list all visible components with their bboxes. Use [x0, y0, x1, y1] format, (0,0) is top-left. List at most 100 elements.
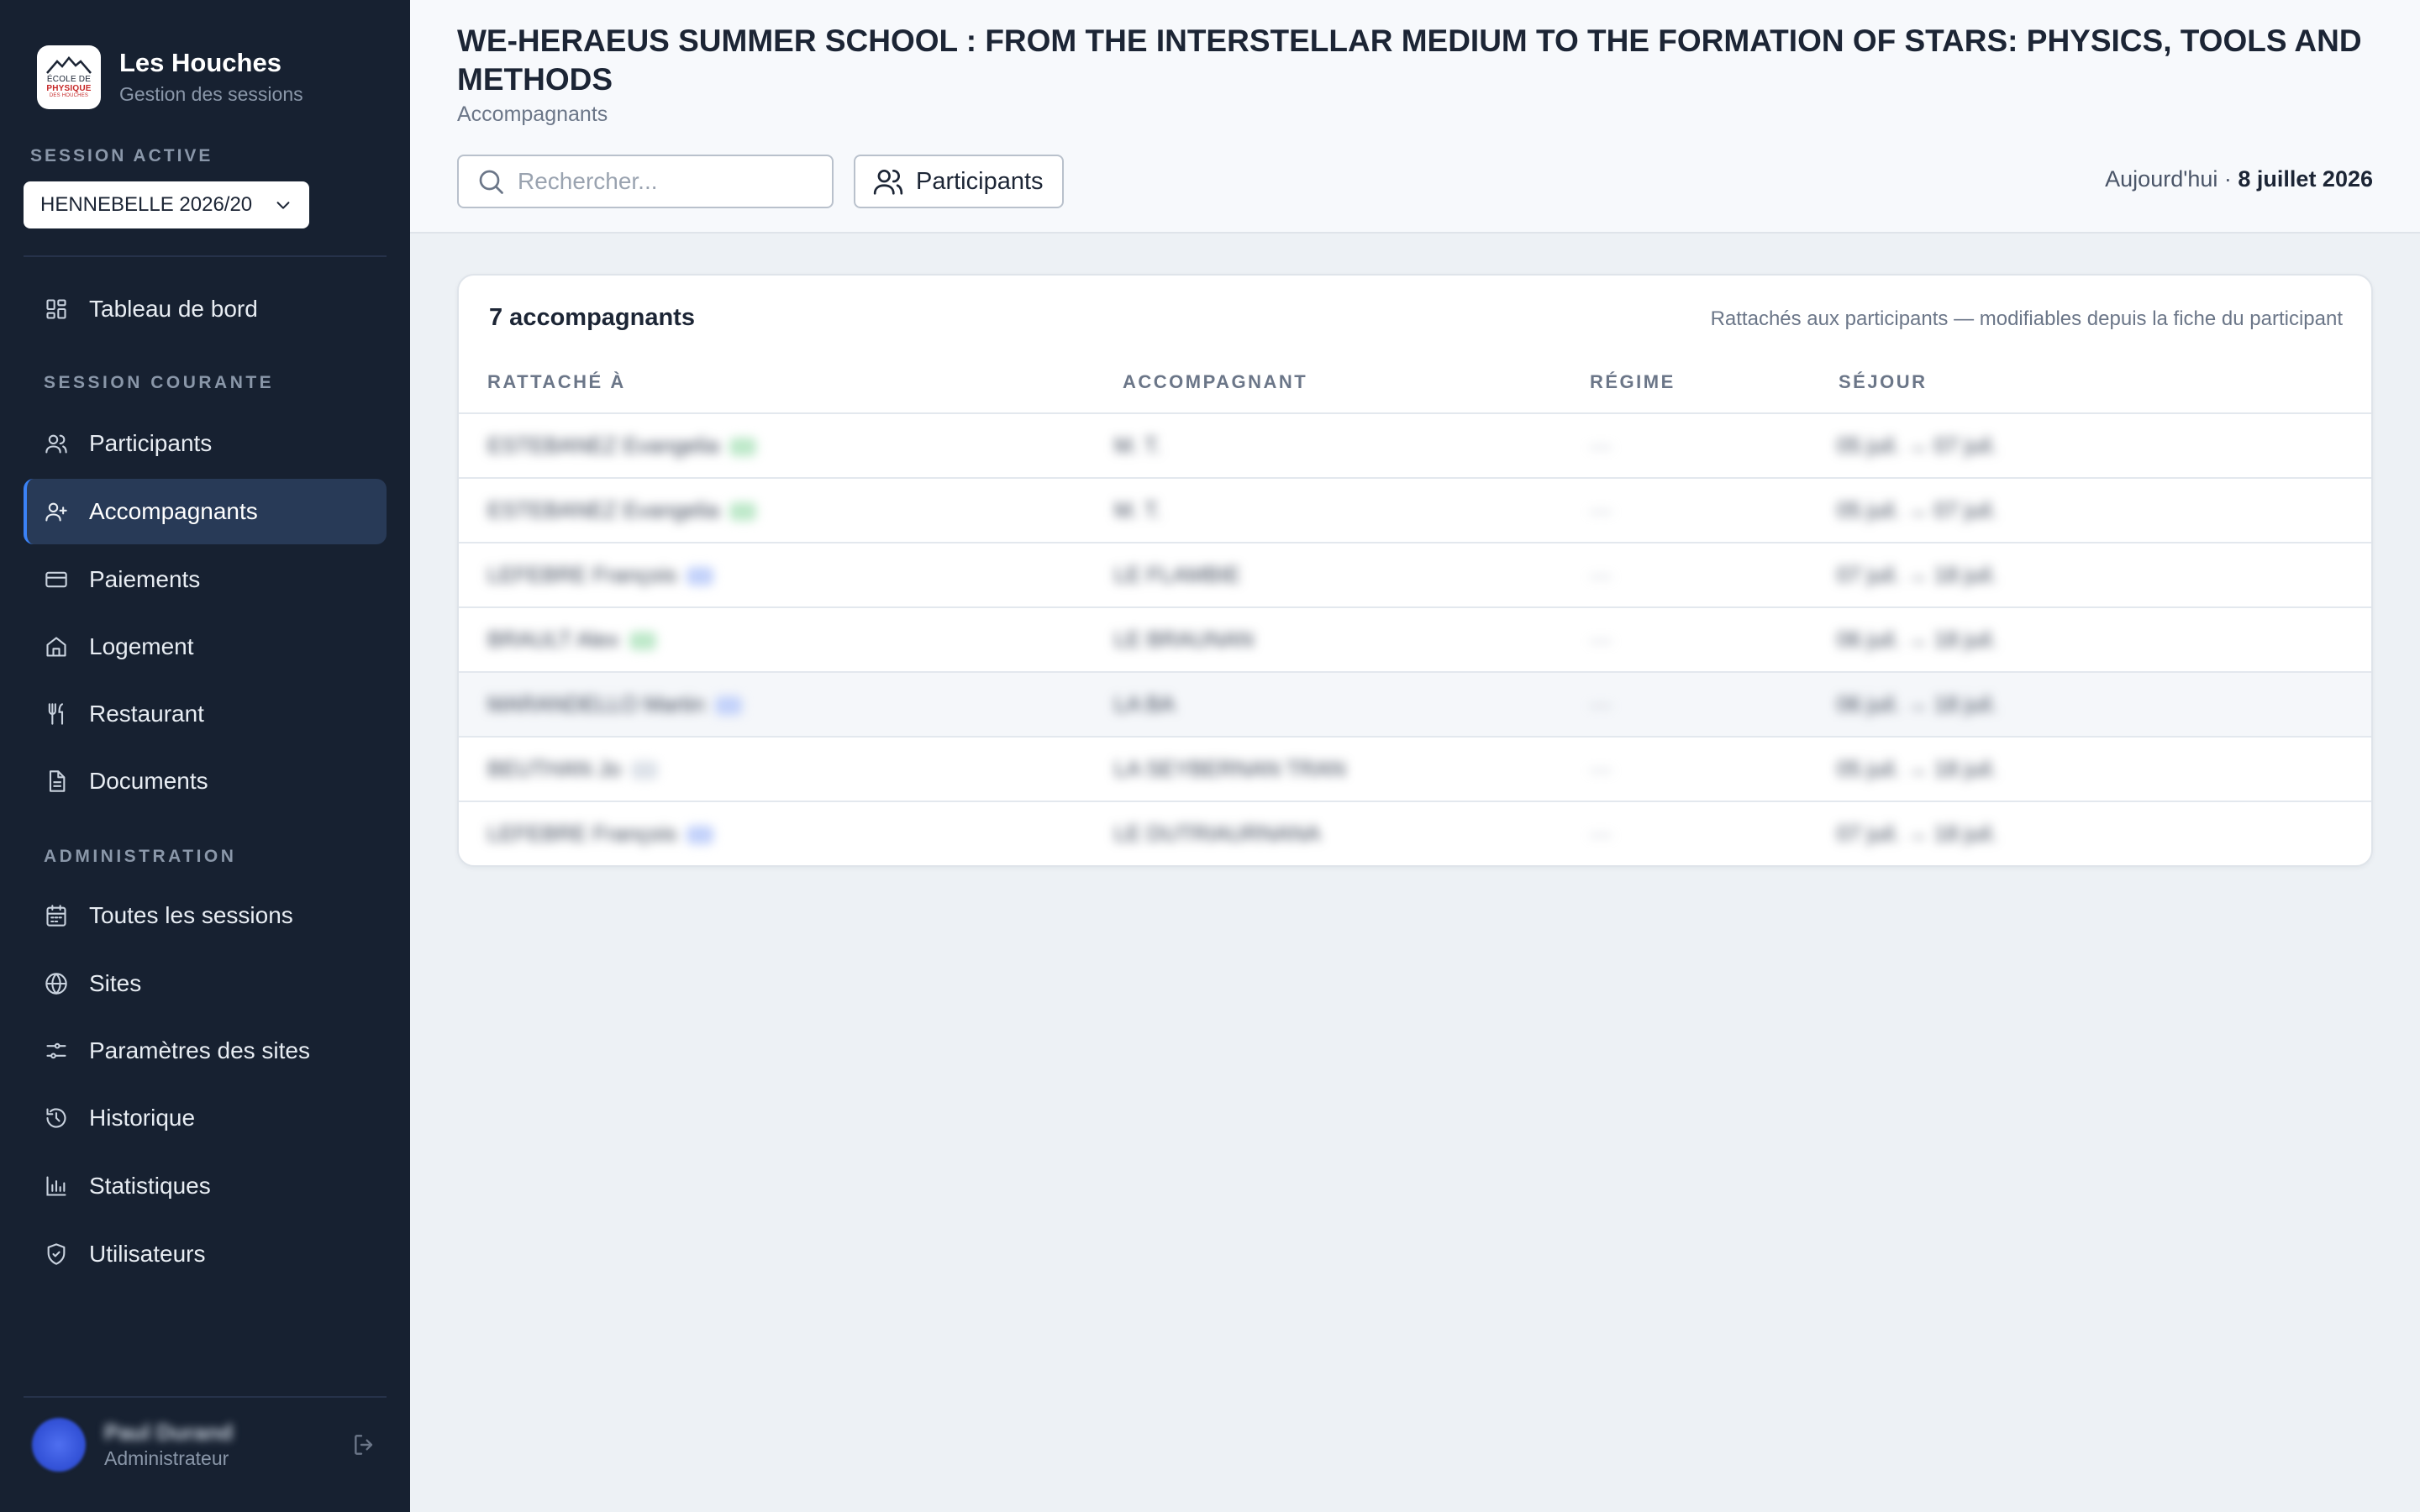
table-row[interactable]: BRAULT Alex LE BRAUNAN — 06 juil. → 18 j… — [459, 606, 2371, 671]
cell-stay: 05 juil. → 07 juil. — [1837, 433, 1997, 458]
search-box[interactable] — [457, 155, 834, 208]
sidebar-item-site-settings[interactable]: Paramètres des sites — [24, 1018, 387, 1084]
page-title: WE-HERAEUS SUMMER SCHOOL : FROM THE INTE… — [457, 24, 2362, 97]
sidebar-item-documents[interactable]: Documents — [24, 748, 387, 814]
page-subtitle: Accompagnants — [457, 102, 608, 126]
sidebar-item-label: Documents — [89, 768, 208, 794]
column-header-regime[interactable]: RÉGIME — [1590, 371, 1676, 393]
users-icon — [44, 431, 69, 456]
sidebar-item-sessions[interactable]: Toutes les sessions — [24, 883, 387, 948]
sidebar-item-label: Statistiques — [89, 1173, 211, 1199]
section-administration: ADMINISTRATION — [44, 847, 237, 866]
user-profile: Paul Durand Administrateur — [32, 1418, 378, 1472]
dashboard-icon — [44, 297, 69, 322]
page-header: WE-HERAEUS SUMMER SCHOOL : FROM THE INTE… — [410, 0, 2420, 234]
sidebar-item-participants[interactable]: Participants — [24, 411, 387, 476]
cell-regime: — — [1590, 756, 1612, 781]
sidebar-item-label: Sites — [89, 970, 142, 996]
cell-companion: LE DUTRIAURNANA — [1114, 821, 1321, 846]
logo-line1: ÉCOLE DE — [46, 74, 92, 84]
sidebar-item-sites[interactable]: Sites — [24, 951, 387, 1016]
calendar-icon — [44, 903, 69, 928]
bar-chart-icon — [44, 1173, 69, 1199]
sidebar-item-users[interactable]: Utilisateurs — [24, 1221, 387, 1287]
cell-companion: LA BA — [1114, 691, 1176, 717]
type-badge — [729, 438, 757, 457]
sidebar-item-statistics[interactable]: Statistiques — [24, 1153, 387, 1219]
sidebar-item-label: Utilisateurs — [89, 1241, 206, 1267]
session-select-value: HENNEBELLE 2026/20 — [40, 193, 253, 216]
participants-button-label: Participants — [916, 167, 1044, 195]
sidebar-item-label: Accompagnants — [89, 498, 258, 524]
sidebar-item-history[interactable]: Historique — [24, 1085, 387, 1151]
avatar — [32, 1418, 86, 1472]
table-row[interactable]: LEFEBRE François LE DUTRIAURNANA — 07 ju… — [459, 801, 2371, 865]
cell-attached: MARANDELLO Martin — [487, 691, 742, 717]
sidebar-item-logement[interactable]: Logement — [24, 614, 387, 680]
logout-icon[interactable] — [351, 1431, 378, 1458]
sidebar-item-label: Historique — [89, 1105, 196, 1131]
type-badge — [729, 502, 757, 522]
cell-regime: — — [1590, 821, 1612, 846]
cell-attached: LEFEBRE François — [487, 821, 714, 847]
app-name: Les Houches — [119, 48, 281, 77]
participants-button[interactable]: Participants — [854, 155, 1064, 208]
shield-icon — [44, 1242, 69, 1267]
cell-stay: 06 juil. → 18 juil. — [1837, 627, 1997, 652]
chevron-down-icon — [276, 202, 290, 209]
cell-attached: BRAULT Alex — [487, 627, 656, 653]
cell-stay: 05 juil. → 07 juil. — [1837, 497, 1997, 522]
today-date: Aujourd'hui · 8 juillet 2026 — [2105, 166, 2373, 192]
cell-companion: LE FLAMBIE — [1114, 562, 1241, 587]
user-name: Paul Durand — [104, 1420, 234, 1445]
sidebar-item-restaurant[interactable]: Restaurant — [24, 681, 387, 747]
table-row[interactable]: ESTEBANEZ Evangelia M. T. — 05 juil. → 0… — [459, 477, 2371, 542]
sidebar-item-dashboard[interactable]: Tableau de bord — [24, 276, 387, 342]
user-plus-icon — [44, 499, 69, 524]
cell-companion: M. T. — [1114, 433, 1161, 458]
column-header-rattache[interactable]: RATTACHÉ À — [487, 371, 626, 393]
home-icon — [44, 634, 69, 659]
credit-card-icon — [44, 567, 69, 592]
cell-regime: — — [1590, 562, 1612, 587]
table-row[interactable]: LEFEBRE François LE FLAMBIE — 07 juil. →… — [459, 542, 2371, 606]
cell-companion: M. T. — [1114, 497, 1161, 522]
cell-stay: 07 juil. → 18 juil. — [1837, 562, 1997, 587]
brand: ÉCOLE DE PHYSIQUE DES HOUCHES Les Houche… — [37, 45, 303, 109]
sidebar-item-accompagnants[interactable]: Accompagnants — [24, 479, 387, 544]
table-row[interactable]: MARANDELLO Martin LA BA — 06 juil. → 18 … — [459, 671, 2371, 736]
column-header-sejour[interactable]: SÉJOUR — [1839, 371, 1927, 393]
cell-attached: LEFEBRE François — [487, 562, 714, 588]
session-select[interactable]: HENNEBELLE 2026/20 — [24, 181, 309, 228]
mountain-logo-icon — [46, 55, 92, 74]
cell-attached: ESTEBANEZ Evangelia — [487, 497, 757, 523]
sidebar-divider — [24, 1396, 387, 1398]
cell-companion: LE BRAUNAN — [1114, 627, 1255, 652]
utensils-icon — [44, 701, 69, 727]
table-row[interactable]: ESTEBANEZ Evangelia M. T. — 05 juil. → 0… — [459, 412, 2371, 477]
type-badge — [687, 567, 714, 586]
cell-attached: ESTEBANEZ Evangelia — [487, 433, 757, 459]
cell-stay: 05 juil. → 18 juil. — [1837, 756, 1997, 781]
cell-stay: 07 juil. → 18 juil. — [1837, 821, 1997, 846]
logo-line3: DES HOUCHES — [49, 92, 89, 98]
sidebar-item-label: Restaurant — [89, 701, 204, 727]
document-icon — [44, 769, 69, 794]
type-badge — [629, 632, 656, 651]
sidebar-item-label: Tableau de bord — [89, 296, 258, 322]
search-icon — [479, 170, 503, 194]
column-header-accompagnant[interactable]: ACCOMPAGNANT — [1123, 371, 1307, 393]
sidebar-divider — [24, 255, 387, 257]
cell-regime: — — [1590, 627, 1612, 652]
table-row[interactable]: BEUTHAN Jo LA SEYBERNAN TRAN — 05 juil. … — [459, 736, 2371, 801]
today-value: 8 juillet 2026 — [2238, 166, 2373, 192]
app-logo: ÉCOLE DE PHYSIQUE DES HOUCHES — [37, 45, 101, 109]
sidebar-item-label: Paiements — [89, 566, 201, 592]
cell-regime: — — [1590, 497, 1612, 522]
sidebar-item-paiements[interactable]: Paiements — [24, 547, 387, 612]
globe-icon — [44, 971, 69, 996]
type-badge — [630, 761, 658, 780]
type-badge — [714, 696, 742, 716]
history-icon — [44, 1105, 69, 1131]
search-input[interactable] — [518, 168, 820, 195]
